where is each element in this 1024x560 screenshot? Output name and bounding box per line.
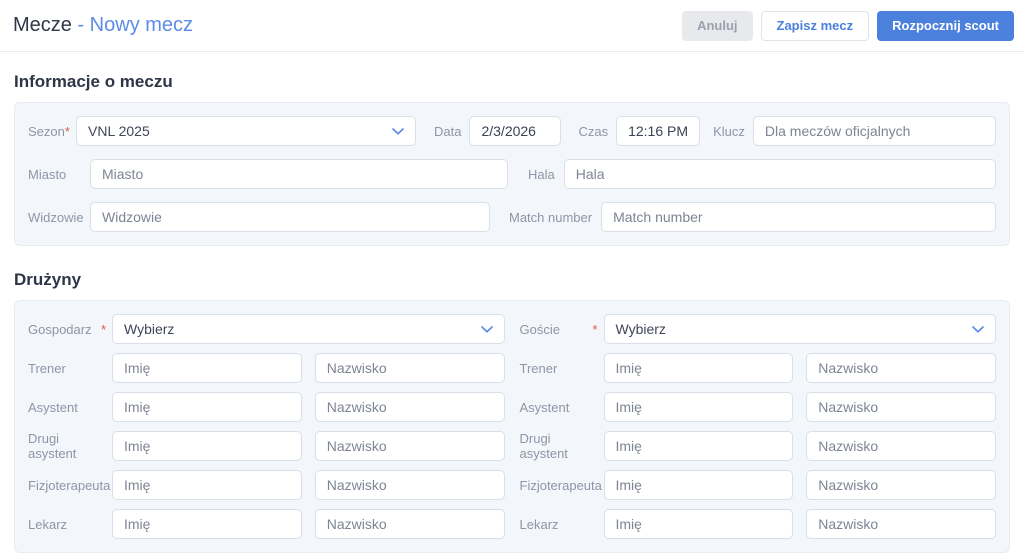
- home-team-column: Gospodarz* Wybierz Trener Asystent: [28, 314, 505, 539]
- required-marker: *: [64, 123, 70, 139]
- away-coach-last-name-input[interactable]: [806, 353, 996, 383]
- away-assistant-label: Asystent: [519, 399, 570, 415]
- required-marker: *: [592, 321, 598, 337]
- away-coach-label: Trener: [519, 360, 558, 376]
- season-label: Sezon*: [28, 123, 70, 139]
- away-physiotherapist-first-name-input[interactable]: [603, 470, 794, 500]
- match-info-panel: Sezon* VNL 2025 Data Czas Klucz Miasto H…: [14, 102, 1010, 246]
- away-assistant-first-name-input[interactable]: [603, 392, 794, 422]
- home-physiotherapist-first-name-input[interactable]: [112, 470, 302, 500]
- home-team-select-row: Gospodarz * Wybierz: [28, 314, 505, 344]
- away-team-select[interactable]: Wybierz: [603, 314, 996, 344]
- away-doctor-first-name-input[interactable]: [603, 509, 794, 539]
- away-doctor-label: Lekarz: [519, 516, 559, 532]
- required-marker: *: [100, 321, 106, 337]
- spectators-input[interactable]: [90, 202, 490, 232]
- season-select[interactable]: VNL 2025: [76, 116, 416, 146]
- chevron-down-icon: [972, 325, 984, 333]
- home-second-assistant-first-name-input[interactable]: [112, 431, 302, 461]
- teams-heading: Drużyny: [14, 270, 82, 289]
- date-label: Data: [434, 123, 462, 139]
- home-second-assistant-label: Drugi asystent: [28, 431, 77, 461]
- page-subtitle: - Nowy mecz: [77, 14, 194, 36]
- home-physiotherapist-label: Fizjoterapeuta: [28, 477, 111, 493]
- away-assistant-row: Asystent: [519, 392, 996, 422]
- city-label: Miasto: [28, 166, 67, 182]
- time-label: Czas: [578, 123, 609, 139]
- home-physiotherapist-row: Fizjoterapeuta: [28, 470, 505, 500]
- home-doctor-first-name-input[interactable]: [112, 509, 302, 539]
- home-assistant-row: Asystent: [28, 392, 505, 422]
- spectators-label: Widzowie: [28, 209, 84, 225]
- home-coach-last-name-input[interactable]: [314, 353, 505, 383]
- away-team-label: Goście *: [519, 321, 598, 337]
- home-coach-row: Trener: [28, 353, 505, 383]
- away-physiotherapist-last-name-input[interactable]: [806, 470, 996, 500]
- city-input[interactable]: [90, 159, 508, 189]
- match-info-row-1: Sezon* VNL 2025 Data Czas Klucz: [28, 116, 996, 146]
- home-team-select-value: Wybierz: [124, 321, 175, 337]
- chevron-down-icon: [480, 325, 493, 333]
- home-doctor-label: Lekarz: [28, 516, 68, 532]
- away-doctor-row: Lekarz: [519, 509, 996, 539]
- away-second-assistant-row: Drugi asystent: [519, 431, 996, 461]
- season-select-value: VNL 2025: [88, 123, 150, 139]
- home-doctor-row: Lekarz: [28, 509, 505, 539]
- teams-panel: Gospodarz* Wybierz Trener Asystent: [14, 300, 1010, 553]
- away-team-select-value: Wybierz: [615, 321, 666, 337]
- away-second-assistant-label: Drugi asystent: [519, 431, 568, 461]
- home-second-assistant-row: Drugi asystent: [28, 431, 505, 461]
- away-second-assistant-last-name-input[interactable]: [806, 431, 996, 461]
- away-assistant-last-name-input[interactable]: [806, 392, 996, 422]
- home-assistant-label: Asystent: [28, 399, 78, 415]
- away-team-column: Goście* Wybierz Trener Asystent: [519, 314, 996, 539]
- home-doctor-last-name-input[interactable]: [314, 509, 505, 539]
- match-number-label: Match number: [509, 209, 593, 225]
- away-second-assistant-first-name-input[interactable]: [603, 431, 794, 461]
- chevron-down-icon: [392, 127, 404, 135]
- key-label: Klucz: [713, 123, 745, 139]
- time-input[interactable]: [616, 116, 701, 146]
- home-assistant-last-name-input[interactable]: [314, 392, 505, 422]
- date-input[interactable]: [469, 116, 562, 146]
- match-info-heading: Informacje o meczu: [14, 72, 173, 91]
- home-assistant-first-name-input[interactable]: [112, 392, 302, 422]
- away-coach-first-name-input[interactable]: [603, 353, 794, 383]
- home-physiotherapist-last-name-input[interactable]: [314, 470, 505, 500]
- cancel-button[interactable]: Anuluj: [682, 10, 753, 41]
- match-info-row-2: Miasto Hala: [28, 159, 996, 189]
- home-team-label: Gospodarz *: [28, 321, 106, 337]
- page-title-main: Mecze: [13, 14, 72, 36]
- match-info-row-3: Widzowie Match number: [28, 202, 996, 232]
- page-title: Mecze - Nowy mecz: [13, 14, 193, 37]
- home-coach-first-name-input[interactable]: [112, 353, 302, 383]
- hall-input[interactable]: [563, 159, 996, 189]
- key-input[interactable]: [752, 116, 996, 146]
- home-second-assistant-last-name-input[interactable]: [314, 431, 505, 461]
- home-coach-label: Trener: [28, 360, 66, 376]
- header: Mecze - Nowy mecz Anuluj Zapisz mecz Roz…: [0, 0, 1024, 52]
- start-scout-button[interactable]: Rozpocznij scout: [877, 10, 1014, 41]
- hall-label: Hala: [528, 166, 555, 182]
- teams-grid: Gospodarz* Wybierz Trener Asystent: [28, 314, 996, 539]
- away-physiotherapist-label: Fizjoterapeuta: [519, 477, 602, 493]
- away-physiotherapist-row: Fizjoterapeuta: [519, 470, 996, 500]
- main-content: Informacje o meczu Sezon* VNL 2025 Data …: [0, 72, 1024, 553]
- away-doctor-last-name-input[interactable]: [806, 509, 996, 539]
- home-team-select[interactable]: Wybierz: [112, 314, 505, 344]
- match-number-input[interactable]: [601, 202, 996, 232]
- away-coach-row: Trener: [519, 353, 996, 383]
- header-actions: Anuluj Zapisz mecz Rozpocznij scout: [682, 10, 1014, 41]
- save-match-button[interactable]: Zapisz mecz: [760, 10, 870, 41]
- away-team-select-row: Goście * Wybierz: [519, 314, 996, 344]
